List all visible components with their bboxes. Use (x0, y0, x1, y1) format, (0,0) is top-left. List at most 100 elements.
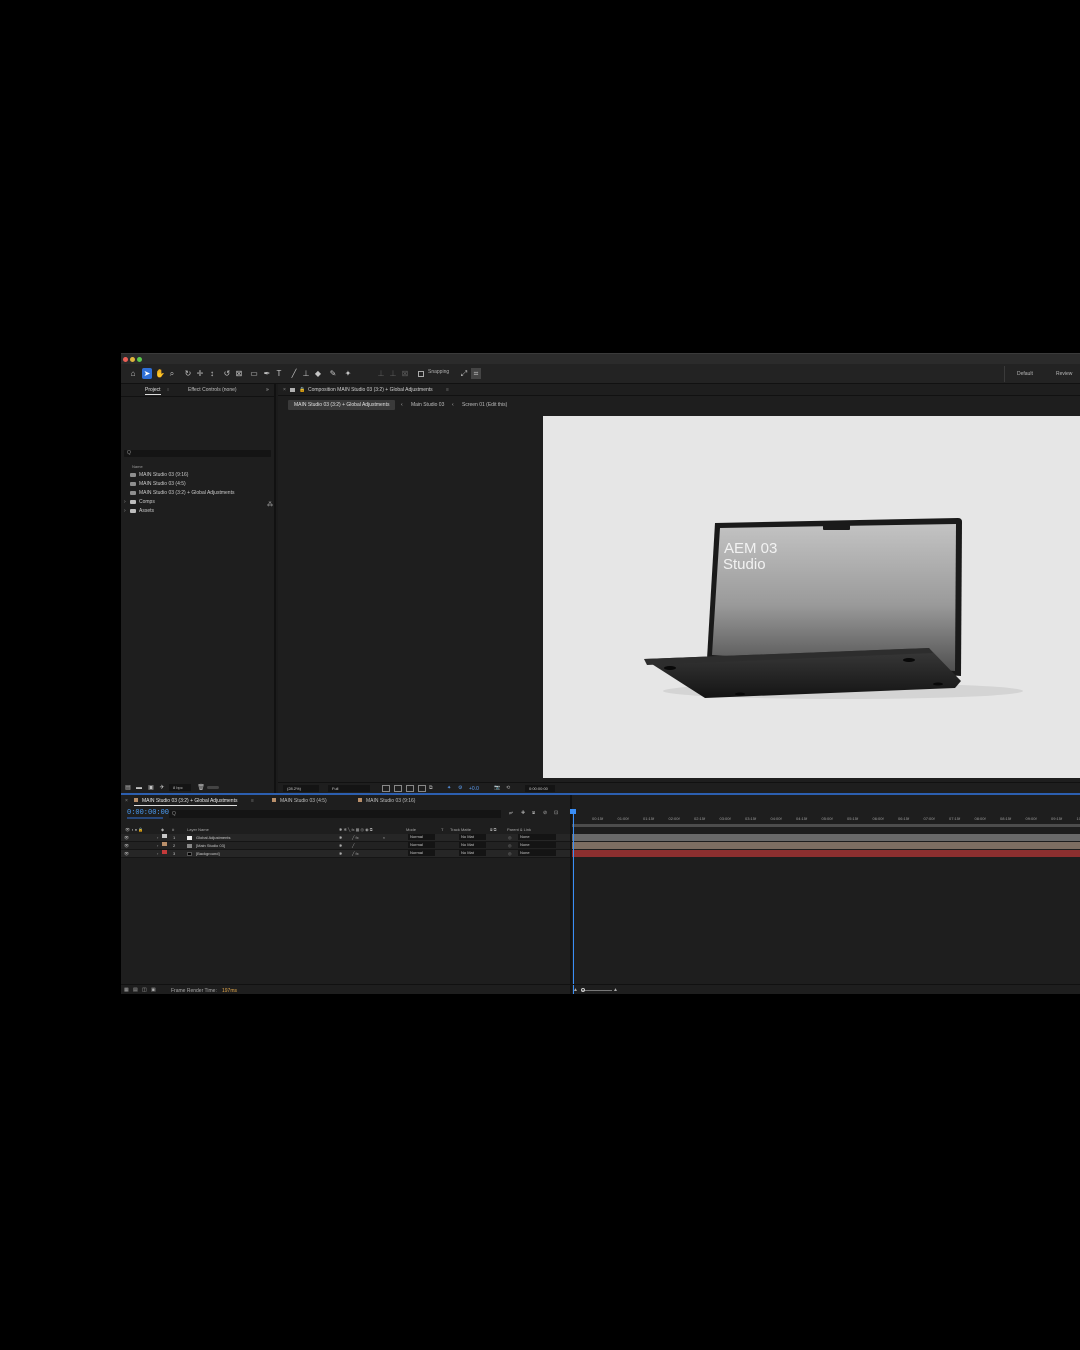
shy-switch-icon[interactable]: ✱ (339, 834, 342, 842)
shy-switch-icon[interactable]: ✱ (339, 850, 342, 858)
tab-project[interactable]: Project (145, 387, 161, 395)
transparency-grid-icon[interactable] (394, 785, 402, 792)
close-tab-icon[interactable]: × (125, 798, 128, 804)
snapping-checkbox[interactable] (418, 371, 424, 377)
mode-dropdown[interactable]: Normal (408, 842, 435, 848)
layer-bar-background[interactable] (572, 850, 1080, 857)
parent-dropdown[interactable]: None (518, 850, 556, 856)
pan-camera-icon[interactable]: ✛ (195, 368, 205, 379)
panel-toggle-icon[interactable]: ⌗ (471, 368, 481, 379)
column-layer-name[interactable]: Layer Name (187, 827, 209, 832)
panel-menu-icon[interactable]: ≡ (446, 387, 449, 393)
expand-switches-icon[interactable]: ▤ (133, 987, 138, 993)
pick-whip-icon[interactable]: ◎ (508, 834, 512, 842)
hand-tool-icon[interactable]: ✋ (155, 368, 165, 379)
column-t[interactable]: T (441, 827, 443, 832)
zoom-in-icon[interactable]: ▲ (613, 987, 618, 993)
bit-depth-button[interactable]: 8 bpc (169, 784, 191, 791)
timeline-search-input[interactable]: Q (169, 810, 501, 818)
chevron-right-icon[interactable]: › (124, 507, 126, 515)
home-icon[interactable]: ⌂ (128, 368, 138, 379)
panel-overflow-icon[interactable]: » (266, 387, 269, 393)
dolly-camera-icon[interactable]: ↕ (207, 368, 217, 379)
project-search-input[interactable]: Q (124, 450, 271, 457)
rotation-tool-icon[interactable]: ↺ (222, 368, 232, 379)
frame-blending-icon[interactable]: ⊘ (543, 810, 547, 816)
layer-bar-main-studio[interactable] (572, 842, 1080, 849)
playhead[interactable] (573, 809, 574, 994)
project-item[interactable]: MAIN Studio 03 (3:2) + Global Adjustment… (124, 489, 274, 497)
layer-row[interactable]: 👁 › 2 [Main Studio 03] ✱ ╱ Normal No Mat… (121, 842, 570, 850)
render-icon[interactable]: ▦ (124, 987, 129, 993)
parent-dropdown[interactable]: None (518, 842, 556, 848)
project-item[interactable]: MAIN Studio 03 (9:16) (124, 471, 274, 479)
tab-timeline-4-5[interactable]: MAIN Studio 03 (4:5) (272, 798, 327, 804)
guides-icon[interactable] (418, 785, 426, 792)
chevron-right-icon[interactable]: › (157, 834, 158, 842)
chevron-right-icon[interactable]: › (124, 498, 126, 506)
layer-name[interactable]: [Main Studio 03] (196, 842, 225, 850)
orbit-camera-icon[interactable]: ↻ (183, 368, 193, 379)
tab-effect-controls[interactable]: Effect Controls (none) (188, 387, 237, 393)
zoom-dropdown[interactable]: (28.2%) (283, 785, 319, 792)
column-parent[interactable]: Parent & Link (507, 827, 531, 832)
local-axis-icon[interactable]: ⊥ (376, 368, 386, 379)
quality-switch-icon[interactable]: ╱ (352, 842, 354, 850)
track-matte-dropdown[interactable]: No Mat (459, 842, 486, 848)
pick-whip-icon[interactable]: ◎ (508, 842, 512, 850)
layer-bar-global-adjustments[interactable] (572, 834, 1080, 841)
zoom-out-icon[interactable]: ▲ (573, 987, 578, 993)
layer-label-color[interactable] (162, 850, 167, 854)
lock-icon[interactable]: 🔒 (299, 387, 305, 393)
expand-tools-icon[interactable]: ⤢ (459, 368, 469, 379)
composition-viewer[interactable]: AEM 03 Studio (543, 416, 1080, 778)
snapshot-icon[interactable]: 📷 (494, 785, 500, 791)
workspace-default[interactable]: Default (1017, 371, 1033, 377)
breadcrumb-item[interactable]: Main Studio 03 (411, 402, 444, 408)
breadcrumb-item[interactable]: MAIN Studio 03 (3:2) + Global Adjustment… (288, 400, 396, 410)
flowchart-icon[interactable]: ⁂ (267, 501, 273, 508)
region-of-interest-icon[interactable] (382, 785, 390, 792)
quality-switch-icon[interactable]: ╱ fx (352, 834, 359, 842)
column-num[interactable]: # (172, 827, 174, 832)
puppet-tool-icon[interactable]: ✦ (343, 368, 353, 379)
panel-menu-icon[interactable]: ≡ (251, 798, 254, 804)
resolution-dropdown[interactable]: Full (328, 785, 370, 792)
breadcrumb-item[interactable]: Screen 01 (Edit this) (462, 402, 507, 408)
zoom-slider-handle[interactable] (581, 988, 585, 992)
mode-dropdown[interactable]: Normal (408, 850, 435, 856)
type-tool-icon[interactable]: T (274, 368, 284, 379)
rectangle-tool-icon[interactable]: ▭ (249, 368, 259, 379)
column-mode[interactable]: Mode (406, 827, 416, 832)
layer-row[interactable]: 👁 › 3 [Background] ✱ ╱ fx Normal No Mat … (121, 850, 570, 858)
world-axis-icon[interactable]: ⊥ (388, 368, 398, 379)
layer-row[interactable]: 👁 › 1 Global Adjustments ✱ ╱ fx ◐ Normal… (121, 834, 570, 842)
project-item[interactable]: MAIN Studio 03 (4:5) (124, 480, 274, 488)
shy-layers-icon[interactable]: ⧈ (532, 810, 535, 816)
panel-menu-icon[interactable]: ≡ (167, 387, 169, 392)
parent-dropdown[interactable]: None (518, 834, 556, 840)
clone-stamp-tool-icon[interactable]: ⊥ (301, 368, 311, 379)
view-axis-icon[interactable]: ⊠ (400, 368, 410, 379)
pan-behind-tool-icon[interactable]: ⊠ (234, 368, 244, 379)
adjustment-switch-icon[interactable]: ◐ (383, 834, 385, 842)
chevron-right-icon[interactable]: › (157, 842, 158, 850)
graph-editor-icon[interactable]: ⊡ (554, 810, 558, 816)
workspace-review[interactable]: Review (1056, 371, 1072, 377)
pick-whip-icon[interactable]: ◎ (508, 850, 512, 858)
layer-label-color[interactable] (162, 834, 167, 838)
roto-brush-tool-icon[interactable]: ✎ (328, 368, 338, 379)
composition-title[interactable]: Composition MAIN Studio 03 (3:2) + Globa… (308, 387, 433, 393)
selection-tool-icon[interactable]: ➤ (142, 368, 152, 379)
color-management-icon[interactable]: ✦ (447, 785, 451, 791)
layer-name[interactable]: [Background] (196, 850, 220, 858)
minimize-window-button[interactable] (130, 357, 135, 362)
zoom-window-button[interactable] (137, 357, 142, 362)
tab-timeline-3-2[interactable]: MAIN Studio 03 (3:2) + Global Adjustment… (134, 798, 238, 806)
close-window-button[interactable] (123, 357, 128, 362)
layer-name[interactable]: Global Adjustments (196, 834, 230, 842)
column-header-name[interactable]: Name (132, 464, 143, 469)
chevron-right-icon[interactable]: › (157, 850, 158, 858)
pen-tool-icon[interactable]: ✒ (262, 368, 272, 379)
exposure-value[interactable]: +0.0 (469, 786, 479, 792)
